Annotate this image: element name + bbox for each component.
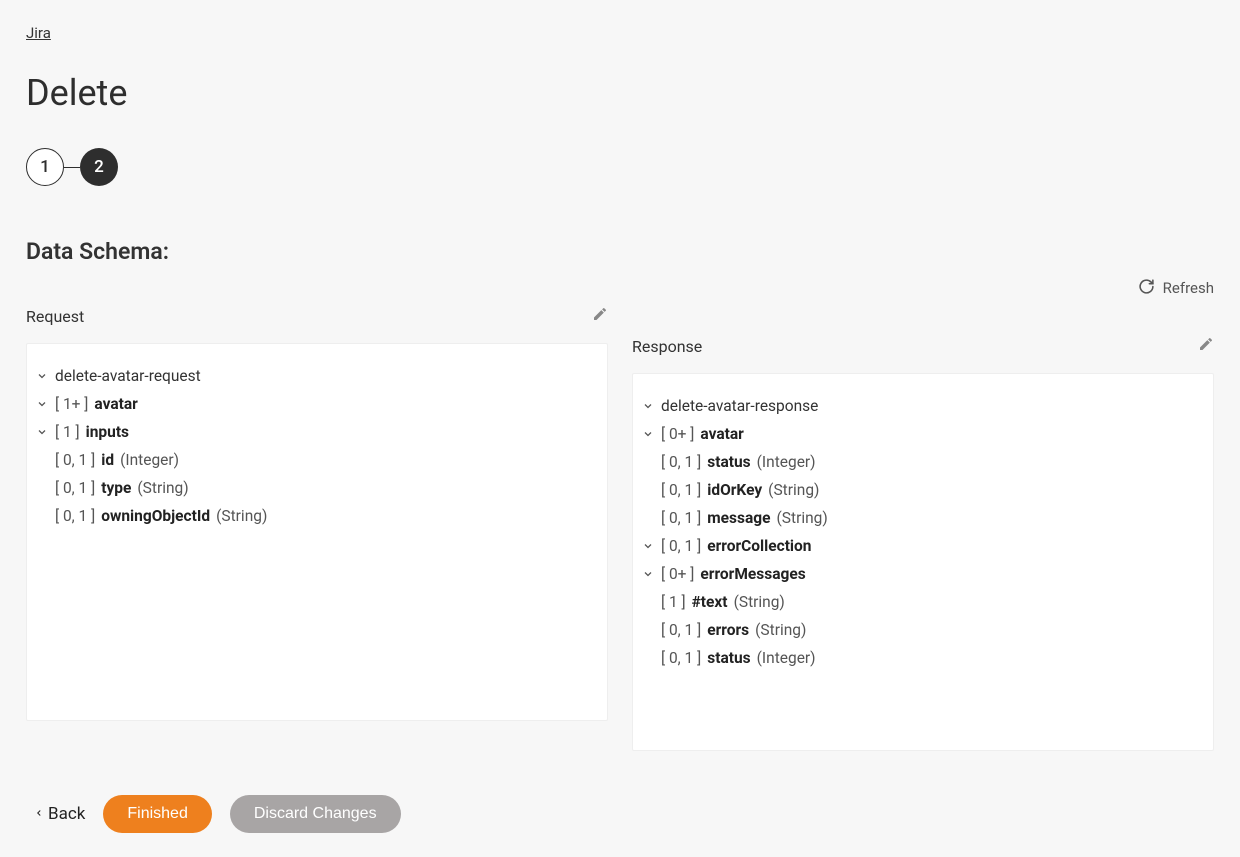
node-name: status: [707, 649, 750, 667]
node-type: (Integer): [757, 453, 816, 471]
node-type: (String): [734, 593, 785, 611]
section-heading: Data Schema:: [26, 238, 1214, 265]
chevron-down-icon[interactable]: [641, 428, 655, 440]
tree-node[interactable]: [ 0, 1 ] idOrKey (String): [641, 476, 1197, 504]
cardinality: [ 0+ ]: [661, 425, 694, 443]
tree-node[interactable]: [ 0, 1 ] errors (String): [641, 616, 1197, 644]
edit-request-icon[interactable]: [592, 306, 608, 326]
node-name: idOrKey: [707, 481, 762, 499]
page-title: Delete: [26, 72, 1214, 114]
tree-node[interactable]: [ 0, 1 ] message (String): [641, 504, 1197, 532]
response-tree: delete-avatar-response[ 0+ ] avatar[ 0, …: [641, 392, 1197, 672]
cardinality: [ 0, 1 ]: [661, 453, 701, 471]
tree-node[interactable]: [ 0, 1 ] status (Integer): [641, 644, 1197, 672]
tree-node[interactable]: [ 0, 1 ] owningObjectId (String): [35, 502, 591, 530]
node-name: #text: [692, 593, 728, 611]
edit-response-icon[interactable]: [1198, 336, 1214, 356]
node-name: status: [707, 453, 750, 471]
tree-node[interactable]: delete-avatar-response: [641, 392, 1197, 420]
node-name: id: [101, 451, 114, 469]
node-type: (Integer): [120, 451, 179, 469]
chevron-down-icon[interactable]: [35, 426, 49, 438]
cardinality: [ 1 ]: [55, 423, 80, 441]
node-type: (String): [216, 507, 267, 525]
cardinality: [ 0, 1 ]: [55, 479, 95, 497]
node-name: avatar: [700, 425, 743, 443]
request-label: Request: [26, 307, 84, 326]
refresh-button[interactable]: Refresh: [1138, 278, 1214, 299]
node-name: avatar: [94, 395, 137, 413]
response-column: Refresh Response delete-avatar-response[…: [632, 301, 1214, 751]
chevron-down-icon[interactable]: [641, 400, 655, 412]
node-type: (String): [776, 509, 827, 527]
footer: Back Finished Discard Changes: [26, 795, 1214, 833]
node-type: (String): [755, 621, 806, 639]
chevron-left-icon: [34, 804, 44, 824]
cardinality: [ 0, 1 ]: [661, 481, 701, 499]
cardinality: [ 0, 1 ]: [661, 509, 701, 527]
node-type: (Integer): [757, 649, 816, 667]
node-name: delete-avatar-request: [55, 367, 201, 385]
tree-node[interactable]: [ 0, 1 ] id (Integer): [35, 446, 591, 474]
cardinality: [ 0, 1 ]: [661, 537, 701, 555]
back-label: Back: [48, 804, 85, 824]
cardinality: [ 1+ ]: [55, 395, 88, 413]
chevron-down-icon[interactable]: [35, 398, 49, 410]
cardinality: [ 0, 1 ]: [55, 507, 95, 525]
tree-node[interactable]: [ 1 ] #text (String): [641, 588, 1197, 616]
request-tree: delete-avatar-request[ 1+ ] avatar[ 1 ] …: [35, 362, 591, 530]
request-column: Request delete-avatar-request [ 1+ ] avat…: [26, 301, 608, 751]
tree-node[interactable]: [ 0, 1 ] errorCollection: [641, 532, 1197, 560]
refresh-icon: [1138, 278, 1155, 299]
cardinality: [ 1 ]: [661, 593, 686, 611]
node-name: type: [101, 479, 131, 497]
step-connector: [64, 167, 80, 168]
cardinality: [ 0+ ]: [661, 565, 694, 583]
finished-button[interactable]: Finished: [103, 795, 211, 833]
node-name: message: [707, 509, 770, 527]
refresh-label: Refresh: [1163, 279, 1214, 297]
response-label: Response: [632, 337, 702, 356]
tree-node[interactable]: [ 0+ ] avatar: [641, 420, 1197, 448]
back-button[interactable]: Back: [34, 804, 85, 824]
tree-node[interactable]: [ 1 ] inputs: [35, 418, 591, 446]
tree-node[interactable]: [ 0, 1 ] type (String): [35, 474, 591, 502]
chevron-down-icon[interactable]: [641, 568, 655, 580]
tree-node[interactable]: [ 0+ ] errorMessages: [641, 560, 1197, 588]
cardinality: [ 0, 1 ]: [661, 649, 701, 667]
cardinality: [ 0, 1 ]: [55, 451, 95, 469]
node-type: (String): [768, 481, 819, 499]
cardinality: [ 0, 1 ]: [661, 621, 701, 639]
tree-node[interactable]: delete-avatar-request: [35, 362, 591, 390]
node-name: errorCollection: [707, 537, 811, 555]
node-name: errorMessages: [700, 565, 805, 583]
node-name: owningObjectId: [101, 507, 210, 525]
node-name: errors: [707, 621, 749, 639]
chevron-down-icon[interactable]: [641, 540, 655, 552]
chevron-down-icon[interactable]: [35, 370, 49, 382]
step-1[interactable]: 1: [26, 148, 64, 186]
breadcrumb-link[interactable]: Jira: [26, 24, 51, 42]
discard-button[interactable]: Discard Changes: [230, 795, 401, 833]
step-2[interactable]: 2: [80, 148, 118, 186]
tree-node[interactable]: [ 0, 1 ] status (Integer): [641, 448, 1197, 476]
node-name: inputs: [86, 423, 129, 441]
node-type: (String): [137, 479, 188, 497]
stepper: 1 2: [26, 148, 1214, 186]
tree-node[interactable]: [ 1+ ] avatar: [35, 390, 591, 418]
node-name: delete-avatar-response: [661, 397, 818, 415]
